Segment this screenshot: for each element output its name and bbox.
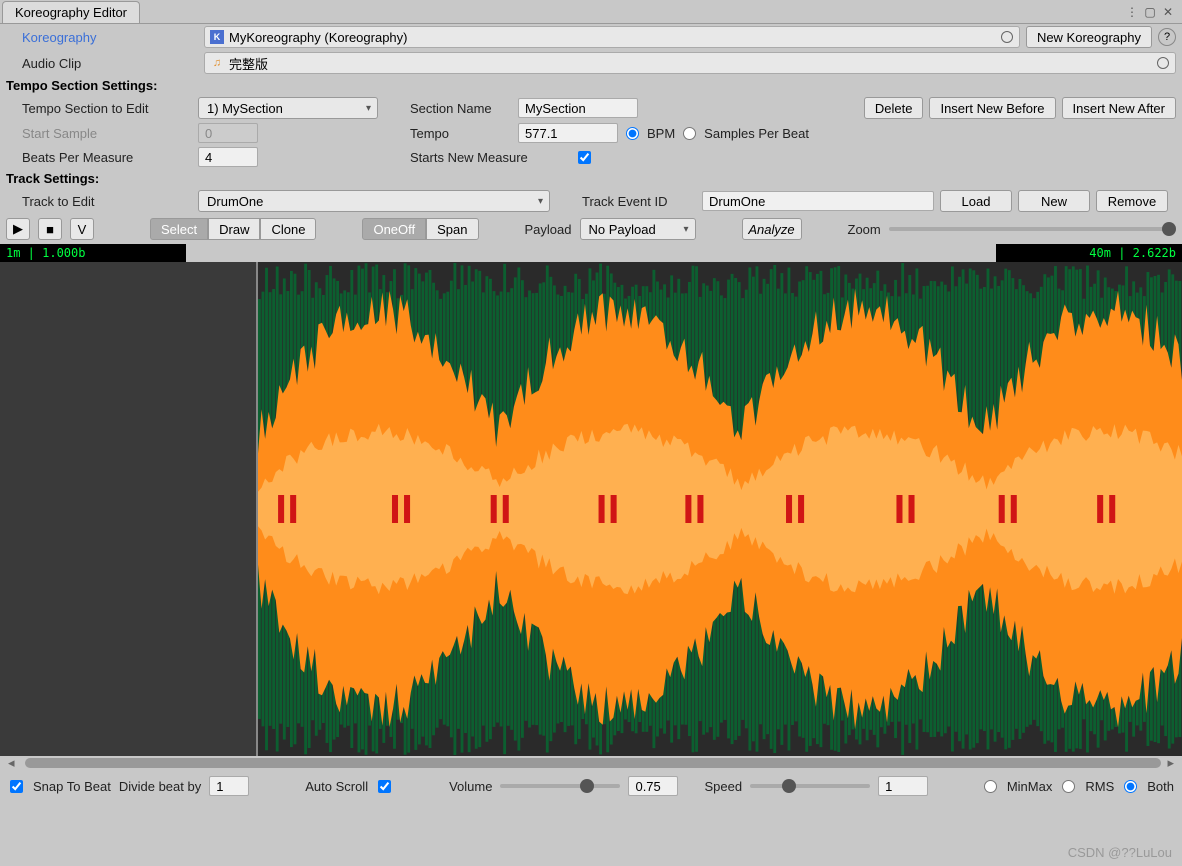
track-dropdown[interactable]: DrumOne: [198, 190, 550, 212]
koreography-asset-icon: K: [209, 29, 225, 45]
audioclip-field[interactable]: ♫ 完整版: [204, 52, 1176, 74]
titlebar: Koreography Editor ⋮ ▢ ✕: [0, 0, 1182, 24]
speed-input[interactable]: [878, 776, 928, 796]
waveform-view[interactable]: [0, 262, 1182, 756]
payload-label: Payload: [525, 222, 572, 237]
beats-per-measure-label: Beats Per Measure: [22, 150, 192, 165]
scroll-right-icon[interactable]: ▸: [1167, 755, 1174, 771]
koreography-field[interactable]: K MyKoreography (Koreography): [204, 26, 1020, 48]
waveform-display[interactable]: [258, 262, 1182, 756]
span-button[interactable]: Span: [426, 218, 478, 240]
divide-beat-input[interactable]: [209, 776, 249, 796]
delete-button[interactable]: Delete: [864, 97, 924, 119]
track-dropdown-value: DrumOne: [207, 194, 263, 209]
auto-scroll-checkbox[interactable]: [378, 780, 391, 793]
oneoff-button[interactable]: OneOff: [362, 218, 426, 240]
help-icon[interactable]: ?: [1158, 28, 1176, 46]
zoom-label: Zoom: [848, 222, 881, 237]
track-settings-heading: Track Settings:: [6, 171, 99, 186]
start-sample-label: Start Sample: [22, 126, 192, 141]
new-koreography-button[interactable]: New Koreography: [1026, 26, 1152, 48]
clone-mode-button[interactable]: Clone: [260, 218, 316, 240]
minmax-label: MinMax: [1007, 779, 1053, 794]
both-label: Both: [1147, 779, 1174, 794]
draw-mode-button[interactable]: Draw: [208, 218, 260, 240]
minmax-radio[interactable]: [984, 780, 997, 793]
samples-per-beat-label: Samples Per Beat: [704, 126, 809, 141]
koreography-value: MyKoreography (Koreography): [229, 30, 407, 45]
object-picker-icon[interactable]: [1001, 31, 1013, 43]
volume-input[interactable]: [628, 776, 678, 796]
horizontal-scrollbar[interactable]: ◂ ▸: [0, 756, 1182, 770]
position-right: 40m | 2.622b: [996, 244, 1182, 262]
rms-label: RMS: [1085, 779, 1114, 794]
speed-label: Speed: [704, 779, 742, 794]
insert-before-button[interactable]: Insert New Before: [929, 97, 1055, 119]
object-picker-icon[interactable]: [1157, 57, 1169, 69]
tempo-section-dropdown[interactable]: 1) MySection: [198, 97, 378, 119]
volume-label: Volume: [449, 779, 492, 794]
remove-button[interactable]: Remove: [1096, 190, 1168, 212]
both-radio[interactable]: [1124, 780, 1137, 793]
waveform-empty-region: [0, 262, 258, 756]
volume-slider[interactable]: [500, 784, 620, 788]
position-bar: 1m | 1.000b 40m | 2.622b: [0, 244, 1182, 262]
beats-per-measure-input[interactable]: [198, 147, 258, 167]
insert-after-button[interactable]: Insert New After: [1062, 97, 1176, 119]
load-button[interactable]: Load: [940, 190, 1012, 212]
section-name-input[interactable]: [518, 98, 638, 118]
tempo-section-heading: Tempo Section Settings:: [6, 78, 157, 93]
track-event-id-label: Track Event ID: [582, 194, 696, 209]
watermark: CSDN @??LuLou: [1068, 845, 1172, 860]
stop-button[interactable]: ■: [38, 218, 62, 240]
samples-per-beat-radio[interactable]: [683, 127, 696, 140]
starts-new-measure-checkbox[interactable]: [578, 151, 591, 164]
v-button[interactable]: V: [70, 218, 94, 240]
auto-scroll-label: Auto Scroll: [305, 779, 368, 794]
divide-beat-label: Divide beat by: [119, 779, 201, 794]
window-tab[interactable]: Koreography Editor: [2, 1, 140, 23]
payload-dropdown-value: No Payload: [589, 222, 656, 237]
rms-radio[interactable]: [1062, 780, 1075, 793]
tempo-input[interactable]: [518, 123, 618, 143]
audio-icon: ♫: [209, 55, 225, 71]
new-track-button[interactable]: New: [1018, 190, 1090, 212]
audioclip-label: Audio Clip: [22, 56, 198, 71]
track-event-id-input[interactable]: [702, 191, 934, 211]
section-name-label: Section Name: [410, 101, 512, 116]
snap-to-beat-label: Snap To Beat: [33, 779, 111, 794]
koreography-label: Koreography: [22, 30, 198, 45]
close-icon[interactable]: ✕: [1160, 4, 1176, 20]
zoom-slider[interactable]: [889, 227, 1176, 231]
payload-dropdown[interactable]: No Payload: [580, 218, 696, 240]
select-mode-button[interactable]: Select: [150, 218, 208, 240]
scrollbar-thumb[interactable]: [25, 758, 1162, 768]
play-button[interactable]: ▶: [6, 218, 30, 240]
bpm-radio[interactable]: [626, 127, 639, 140]
scroll-left-icon[interactable]: ◂: [8, 755, 15, 771]
menu-icon[interactable]: ⋮: [1124, 4, 1140, 20]
maximize-icon[interactable]: ▢: [1142, 4, 1158, 20]
mode-group: Select Draw Clone: [150, 218, 316, 240]
position-left: 1m | 1.000b: [0, 244, 186, 262]
event-type-group: OneOff Span: [362, 218, 478, 240]
audioclip-value: 完整版: [229, 54, 268, 73]
analyze-button[interactable]: Analyze: [742, 218, 802, 240]
track-toedit-label: Track to Edit: [22, 194, 192, 209]
snap-to-beat-checkbox[interactable]: [10, 780, 23, 793]
tempo-label: Tempo: [410, 126, 512, 141]
start-sample-input: [198, 123, 258, 143]
speed-slider[interactable]: [750, 784, 870, 788]
starts-new-measure-label: Starts New Measure: [410, 150, 570, 165]
bpm-label: BPM: [647, 126, 675, 141]
tempo-section-dropdown-value: 1) MySection: [207, 101, 283, 116]
tempo-section-toedit-label: Tempo Section to Edit: [22, 101, 192, 116]
